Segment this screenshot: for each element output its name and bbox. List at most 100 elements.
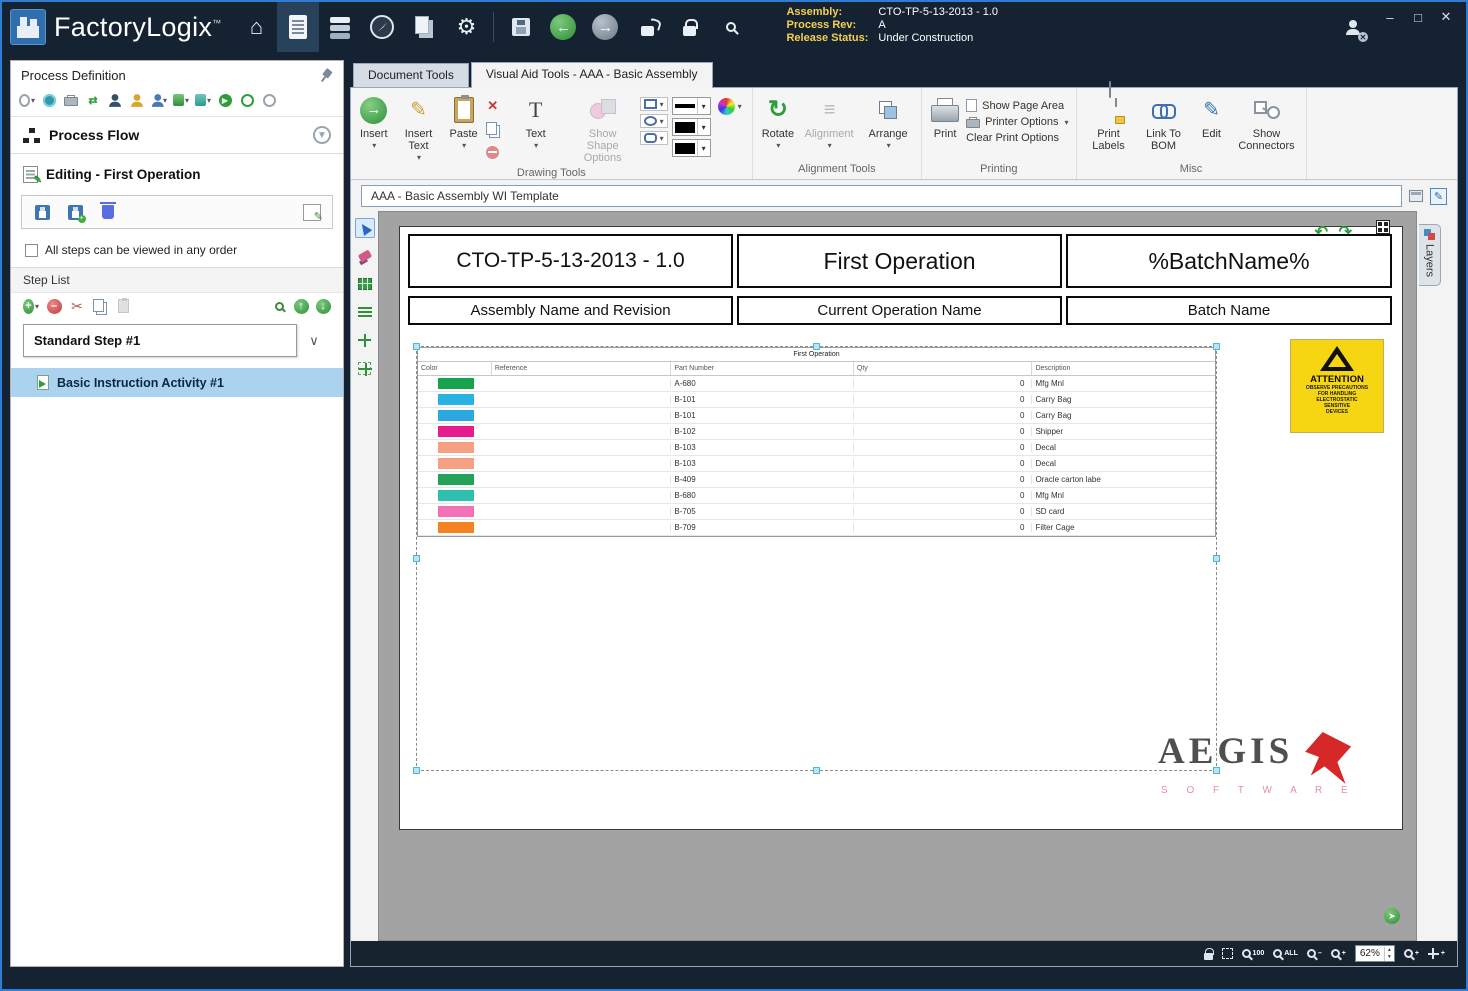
maximize-button[interactable]: □ (1404, 2, 1432, 32)
rotate-button[interactable]: ↻ Rotate▾ (760, 93, 796, 154)
templates-button[interactable] (403, 2, 445, 52)
undo-arrow-icon[interactable]: ↶ (1315, 222, 1328, 242)
collapse-icon[interactable]: ▼ (313, 126, 331, 144)
add-step-button[interactable]: +▾ (23, 298, 39, 314)
copy-step-button[interactable] (92, 298, 108, 314)
save-step-button[interactable] (27, 199, 57, 225)
save-new-step-button[interactable]: + (60, 199, 90, 225)
format-remove-button[interactable] (485, 144, 501, 160)
layers-tab[interactable]: Layers (1419, 224, 1441, 286)
back-button[interactable]: ← (542, 2, 584, 52)
assembly-caption-box[interactable]: Assembly Name and Revision (408, 296, 733, 325)
design-viewport[interactable]: CTO-TP-5-13-2013 - 1.0 First Operation %… (378, 211, 1417, 941)
float-window-button[interactable] (1409, 190, 1423, 202)
edit-template-button[interactable]: ✎ (1430, 188, 1447, 205)
printer-options-button[interactable]: Printer Options▾ (966, 116, 1068, 128)
esd-warning-sign[interactable]: ATTENTION OBSERVE PRECAUTIONS FOR HANDLI… (1290, 339, 1384, 433)
package-button[interactable]: ▾ (173, 92, 189, 108)
assign-user-button[interactable]: ▾ (151, 92, 167, 108)
step-expand-chevron-icon[interactable]: ∨ (297, 333, 331, 349)
rectangle-tool-button[interactable]: ▾ (640, 97, 668, 111)
delete-step-button[interactable] (93, 199, 123, 225)
zoom-100-button[interactable]: 100 (1242, 949, 1265, 958)
zoom-in-button[interactable]: + (1331, 949, 1346, 958)
show-connectors-button[interactable]: Show Connectors (1235, 93, 1299, 154)
trainer-button[interactable] (129, 92, 145, 108)
materials-button[interactable] (319, 2, 361, 52)
forward-button[interactable]: → (584, 2, 626, 52)
pin-icon[interactable] (316, 66, 336, 86)
insert-button[interactable]: → Insert▾ (358, 93, 390, 154)
stroke-color-select[interactable]: ▾ (672, 118, 711, 136)
zoom-spinner[interactable]: ▲▼ (1384, 947, 1394, 961)
options-menu-button[interactable]: ▾ (19, 92, 35, 108)
expand-view-button[interactable]: ➤ (1384, 908, 1400, 924)
show-shape-options-button[interactable]: Show Shape Options (571, 93, 635, 166)
clear-print-options-button[interactable]: Clear Print Options (966, 132, 1068, 144)
pointer-tool-button[interactable] (355, 218, 375, 238)
arrange-button[interactable]: Arrange▾ (862, 93, 914, 154)
edit-notes-button[interactable] (297, 199, 327, 225)
activity-item-selected[interactable]: Basic Instruction Activity #1 (11, 368, 343, 397)
table-row[interactable]: B-7050SD card (418, 504, 1215, 520)
batch-name-box[interactable]: %BatchName% (1066, 234, 1392, 288)
remove-step-button[interactable]: – (46, 298, 62, 314)
operation-name-box[interactable]: First Operation (737, 234, 1062, 288)
edit-button[interactable]: ✎ Edit (1194, 93, 1230, 142)
fill-color-select[interactable]: ▾ (672, 139, 711, 157)
bom-table[interactable]: First Operation Color Reference Part Num… (417, 347, 1216, 537)
start-button[interactable]: ▶ (217, 92, 233, 108)
table-row[interactable]: B-1010Carry Bag (418, 408, 1215, 424)
color-picker-button[interactable]: ▾ (715, 97, 745, 116)
format-brush-tool-button[interactable] (355, 246, 375, 266)
inspect-button[interactable] (710, 2, 752, 52)
table-row[interactable]: B-7090Filter Cage (418, 520, 1215, 536)
zoom-fit-button[interactable]: + (1404, 949, 1419, 958)
grid-tool-button[interactable] (355, 274, 375, 294)
move-step-up-button[interactable]: ↑ (293, 298, 309, 314)
hold-button[interactable] (261, 92, 277, 108)
anchor-tool-button[interactable] (355, 358, 375, 378)
alignment-button[interactable]: ≡ Alignment▾ (801, 93, 857, 154)
ellipse-tool-button[interactable]: ▾ (640, 114, 668, 128)
assembly-name-box[interactable]: CTO-TP-5-13-2013 - 1.0 (408, 234, 733, 288)
settings-button[interactable]: ⚙ (445, 2, 487, 52)
transfer-button[interactable]: ⇄ (85, 92, 101, 108)
table-row[interactable]: B-6800Mfg Mnl (418, 488, 1215, 504)
globe-button[interactable] (41, 92, 57, 108)
zoom-all-button[interactable]: ALL (1273, 949, 1298, 958)
save-button[interactable] (500, 2, 542, 52)
user-button[interactable]: ✕ (1330, 2, 1376, 52)
zoom-out-button[interactable]: – (1307, 949, 1322, 958)
table-row[interactable]: B-1020Shipper (418, 424, 1215, 440)
process-definition-button[interactable] (277, 2, 319, 52)
operation-caption-box[interactable]: Current Operation Name (737, 296, 1062, 325)
table-row[interactable]: B-1030Decal (418, 456, 1215, 472)
cut-button[interactable]: ✕ (485, 98, 501, 114)
process-flow-row[interactable]: Process Flow ▼ (11, 116, 343, 153)
cut-step-button[interactable]: ✂ (69, 298, 85, 314)
table-row[interactable]: B-1030Decal (418, 440, 1215, 456)
pan-view-button[interactable]: + (1428, 948, 1445, 959)
print-button[interactable] (63, 92, 79, 108)
zoom-level-select[interactable]: 62% ▲▼ (1355, 945, 1395, 962)
home-button[interactable]: ⌂ (235, 2, 277, 52)
insert-text-button[interactable]: ✎ Insert Text▾ (395, 93, 443, 166)
any-order-checkbox[interactable] (25, 244, 38, 257)
show-page-area-button[interactable]: Show Page Area (966, 99, 1068, 112)
text-button[interactable]: T Text▾ (516, 93, 556, 154)
navigator-button[interactable] (361, 2, 403, 52)
wi-page[interactable]: CTO-TP-5-13-2013 - 1.0 First Operation %… (399, 226, 1403, 830)
table-row[interactable]: B-1010Carry Bag (418, 392, 1215, 408)
release-button[interactable] (239, 92, 255, 108)
table-row[interactable]: B-4090Oracle carton labe (418, 472, 1215, 488)
move-step-down-button[interactable]: ↓ (315, 298, 331, 314)
unlock-button[interactable] (626, 2, 668, 52)
zoom-region-button[interactable] (1222, 948, 1233, 959)
selection-handle-icon[interactable] (1376, 220, 1390, 234)
lock-button[interactable] (668, 2, 710, 52)
operator-button[interactable] (107, 92, 123, 108)
line-style-select[interactable]: ▾ (672, 97, 711, 115)
find-step-button[interactable] (271, 298, 287, 314)
tab-visual-aid-tools[interactable]: Visual Aid Tools - AAA - Basic Assembly (471, 62, 713, 88)
